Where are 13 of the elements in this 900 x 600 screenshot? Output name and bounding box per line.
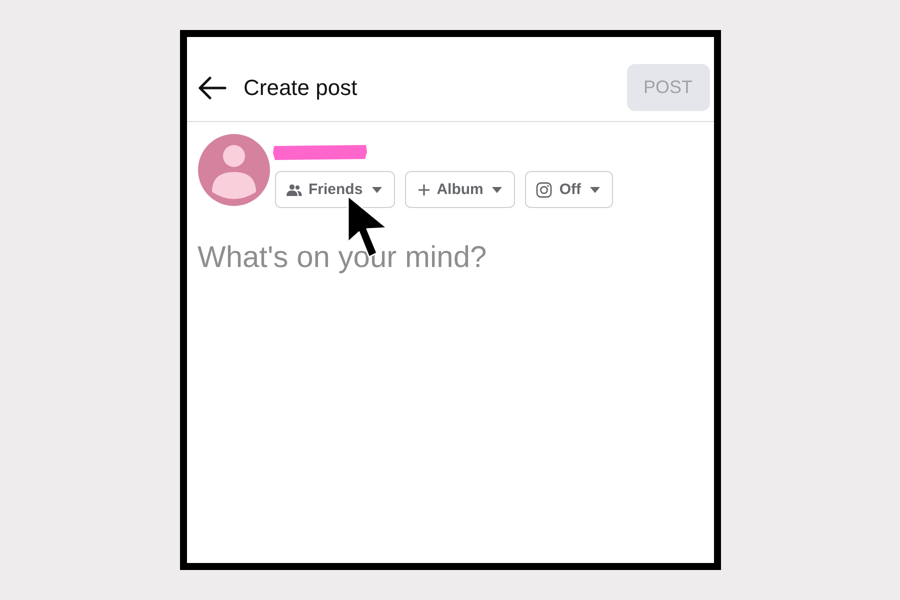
avatar-icon <box>198 134 270 206</box>
caret-icon <box>372 186 382 192</box>
caret-icon <box>492 186 502 192</box>
screen-title: Create post <box>244 74 358 100</box>
people-icon <box>286 184 302 196</box>
caret-icon <box>590 186 600 192</box>
back-arrow-icon[interactable] <box>196 76 226 100</box>
chip-button[interactable]: Off <box>525 171 614 208</box>
plus-icon <box>418 184 430 196</box>
chip-button[interactable]: Album <box>404 171 516 208</box>
post-text-field[interactable]: What's on your mind? <box>198 240 487 276</box>
camera-outline-icon <box>536 182 552 198</box>
chip-button[interactable]: Friends <box>274 171 395 208</box>
